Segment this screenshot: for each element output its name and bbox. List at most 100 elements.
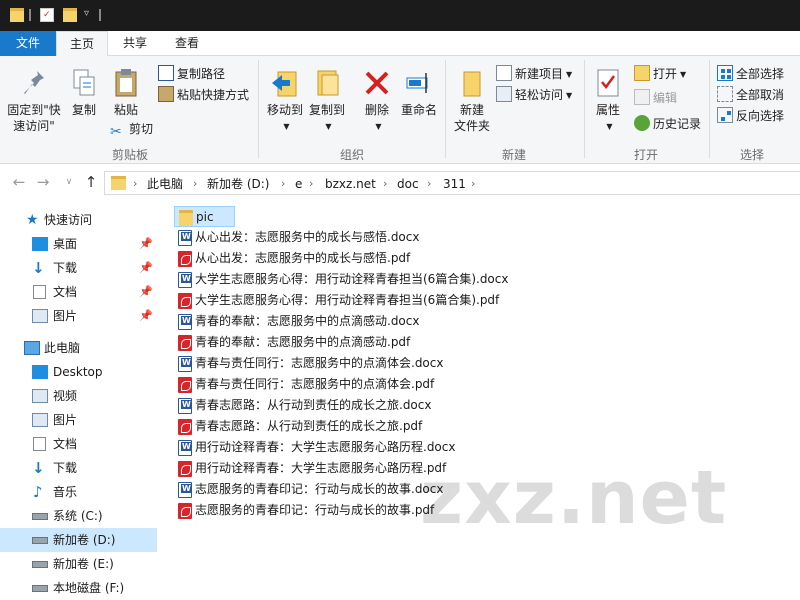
invert-selection-label: 反向选择: [736, 109, 785, 123]
back-arrow-icon[interactable]: ←: [10, 172, 28, 192]
sidebar-item-drive-e[interactable]: 新加卷 (E:): [0, 552, 157, 576]
address-bar[interactable]: › 此电脑 › 新加卷 (D:) › e › bzxz.net › doc › …: [104, 171, 800, 195]
edit-button[interactable]: 编辑: [634, 88, 677, 108]
folder-icon: [111, 176, 126, 190]
breadcrumb-bzxz[interactable]: bzxz.net: [325, 175, 376, 193]
sidebar-this-pc[interactable]: 此电脑: [0, 336, 157, 360]
file-name: 用行动诠释青春：大学生志愿服务心路历程.docx: [195, 440, 456, 454]
dropdown-caret-icon: ▼: [566, 70, 573, 79]
breadcrumb-chevron-icon[interactable]: ›: [193, 175, 197, 193]
list-item-folder[interactable]: pic: [174, 206, 235, 227]
file-name: 志愿服务的青春印记：行动与成长的故事.docx: [195, 482, 444, 496]
breadcrumb-chevron-icon[interactable]: ›: [427, 175, 431, 193]
sidebar-item-drive-d[interactable]: 新加卷 (D:): [0, 528, 157, 552]
select-all-button[interactable]: 全部选择: [717, 64, 784, 84]
copy-to-label: 复制到: [308, 103, 345, 117]
tab-file[interactable]: 文件: [0, 31, 56, 56]
new-folder-button[interactable]: 新建 文件夹: [452, 68, 492, 134]
file-list: pic 从心出发：志愿服务中的成长与感悟.docx 从心出发：志愿服务中的成长与…: [170, 205, 800, 600]
sidebar-item-drive-f[interactable]: 本地磁盘 (F:): [0, 576, 157, 600]
sidebar-quick-access[interactable]: ★ 快速访问: [0, 208, 157, 232]
sidebar-item-drive-c[interactable]: 系统 (C:): [0, 504, 157, 528]
breadcrumb-this-pc[interactable]: 此电脑: [147, 175, 183, 193]
sidebar-item-desktop[interactable]: 桌面 📌: [0, 232, 157, 256]
properties-quick-icon[interactable]: ✓: [40, 8, 54, 22]
sidebar-label: 视频: [53, 389, 78, 403]
file-name: 青春的奉献：志愿服务中的点滴感动.pdf: [195, 335, 411, 349]
sidebar-item-documents[interactable]: 文档 📌: [0, 280, 157, 304]
select-none-button[interactable]: 全部取消: [717, 85, 784, 105]
breadcrumb-311[interactable]: 311: [443, 175, 466, 193]
breadcrumb-chevron-icon[interactable]: ›: [309, 175, 313, 193]
clipboard-group-label: 剪贴板: [111, 148, 148, 162]
new-item-icon: [496, 65, 512, 81]
properties-button[interactable]: 属性 ▼: [590, 68, 626, 135]
toolbar-divider: [29, 9, 31, 21]
paste-button[interactable]: 粘贴: [108, 68, 144, 118]
copy-icon: [73, 69, 95, 96]
new-folder-label-line2: 文件夹: [453, 119, 490, 133]
invert-selection-button[interactable]: 反向选择: [717, 106, 784, 126]
up-arrow-icon[interactable]: ↑: [82, 172, 100, 192]
breadcrumb-chevron-icon[interactable]: ›: [133, 175, 137, 193]
cut-button[interactable]: ✂ 剪切: [110, 119, 153, 140]
breadcrumb-chevron-icon[interactable]: ›: [281, 175, 285, 193]
breadcrumb-e[interactable]: e: [295, 175, 302, 193]
rename-icon: [406, 73, 428, 93]
sidebar-label: 此电脑: [44, 341, 81, 355]
recent-locations-chevron-icon[interactable]: ∨: [60, 172, 78, 192]
open-button[interactable]: 打开 ▼: [634, 64, 686, 84]
breadcrumb-chevron-icon[interactable]: ›: [471, 175, 475, 193]
customize-toolbar-chevron-icon[interactable]: ▿: [84, 8, 89, 19]
music-icon: ♪: [33, 483, 43, 501]
new-folder-quick-icon[interactable]: [63, 8, 77, 22]
copy-button[interactable]: 复制: [67, 68, 101, 118]
sidebar-label: 文档: [53, 285, 78, 299]
dropdown-caret-icon: ▼: [680, 70, 687, 79]
delete-button[interactable]: 删除 ▼: [358, 68, 396, 135]
history-button[interactable]: 历史记录: [634, 114, 701, 134]
sidebar-label: 快速访问: [44, 213, 93, 227]
file-name: 青春与责任同行：志愿服务中的点滴体会.docx: [195, 356, 444, 370]
dropdown-caret-icon: ▼: [325, 122, 332, 131]
sidebar-item-music[interactable]: ♪ 音乐: [0, 480, 157, 504]
tab-share[interactable]: 共享: [112, 31, 158, 56]
tab-home[interactable]: 主页: [56, 31, 108, 57]
word-document-icon: [178, 440, 192, 456]
breadcrumb-drive-d[interactable]: 新加卷 (D:): [207, 175, 269, 193]
paste-label: 粘贴: [113, 103, 138, 117]
sidebar-item-desktop-pc[interactable]: Desktop: [0, 360, 157, 384]
document-icon: [33, 285, 46, 299]
toolbar-divider: [99, 9, 101, 21]
new-folder-icon: [463, 71, 481, 97]
file-name: 从心出发：志愿服务中的成长与感悟.pdf: [195, 251, 411, 265]
forward-arrow-icon[interactable]: →: [34, 172, 52, 192]
copy-path-button[interactable]: 复制路径: [158, 64, 225, 84]
new-item-button[interactable]: 新建项目 ▼: [496, 64, 572, 84]
copy-to-button[interactable]: 复制到 ▼: [306, 68, 348, 135]
breadcrumb-doc[interactable]: doc: [397, 175, 419, 193]
sidebar-item-pictures[interactable]: 图片 📌: [0, 304, 157, 328]
sidebar-item-documents-pc[interactable]: 文档: [0, 432, 157, 456]
sidebar-item-pictures-pc[interactable]: 图片: [0, 408, 157, 432]
organize-group-label: 组织: [339, 148, 364, 162]
easy-access-icon: [496, 86, 512, 102]
tab-view[interactable]: 查看: [164, 31, 210, 56]
open-label: 打开: [653, 67, 678, 81]
sidebar-label: 图片: [53, 309, 78, 323]
sidebar-label: 系统 (C:): [53, 509, 103, 523]
desktop-icon: [32, 237, 48, 251]
breadcrumb-chevron-icon[interactable]: ›: [383, 175, 387, 193]
edit-label: 编辑: [653, 91, 678, 105]
pin-quick-access-button[interactable]: 固定到"快 速访问": [4, 68, 64, 134]
download-icon: ↓: [32, 459, 45, 477]
scissors-icon: ✂: [110, 124, 122, 140]
easy-access-button[interactable]: 轻松访问 ▼: [496, 85, 572, 105]
dropdown-caret-icon: ▼: [283, 122, 290, 131]
paste-shortcut-button[interactable]: 粘贴快捷方式: [158, 85, 249, 105]
sidebar-item-videos[interactable]: 视频: [0, 384, 157, 408]
sidebar-item-downloads-pc[interactable]: ↓ 下载: [0, 456, 157, 480]
rename-button[interactable]: 重命名: [398, 68, 440, 118]
sidebar-item-downloads[interactable]: ↓ 下载 📌: [0, 256, 157, 280]
move-to-button[interactable]: 移动到 ▼: [264, 68, 306, 135]
